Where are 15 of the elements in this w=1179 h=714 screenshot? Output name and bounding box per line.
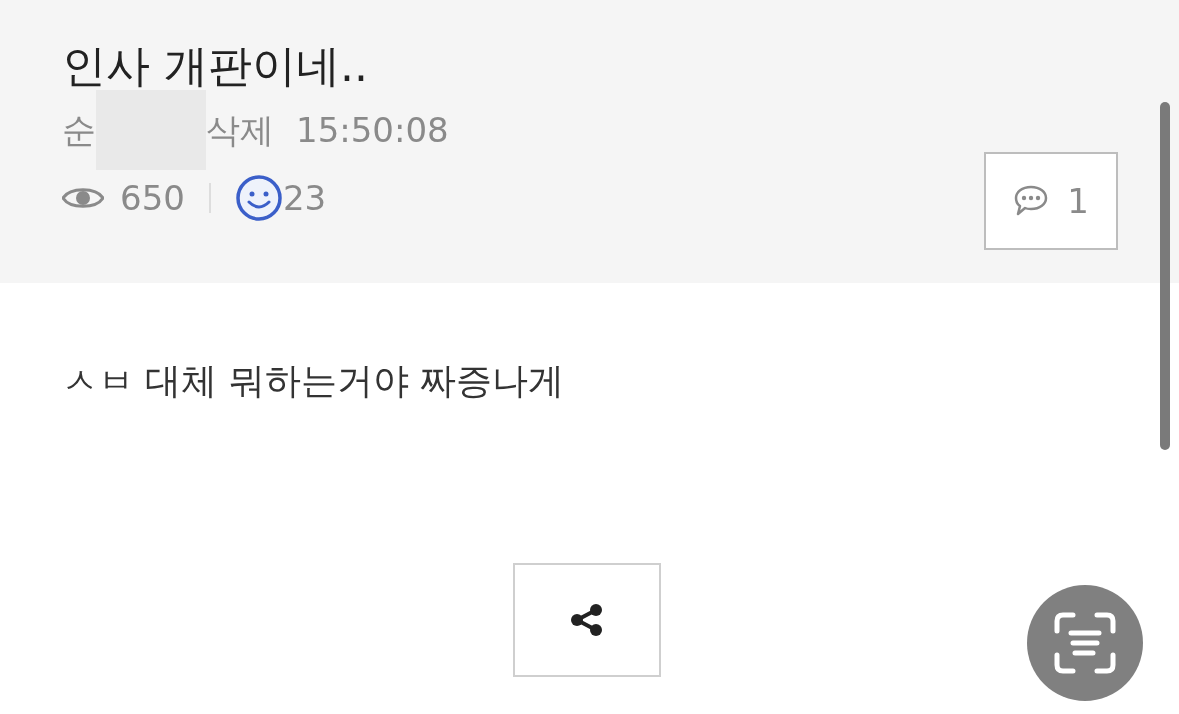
share-icon — [568, 602, 605, 638]
scrollbar[interactable] — [1160, 102, 1170, 450]
like-count: 23 — [282, 177, 327, 220]
post-title: 인사 개판이네.. — [62, 39, 369, 93]
comment-button[interactable]: 1 — [984, 152, 1118, 250]
eye-icon — [62, 185, 104, 211]
scan-icon — [1053, 611, 1117, 675]
view-count: 650 — [120, 177, 185, 220]
post-time: 15:50:08 — [296, 109, 449, 152]
author-name: 순 — [62, 109, 96, 152]
smiley-icon — [234, 174, 283, 222]
post-body: ㅅㅂ 대체 뭐하는거야 짜증나게 — [61, 359, 566, 403]
share-button[interactable] — [512, 563, 661, 677]
speech-bubble-icon — [1013, 184, 1050, 218]
author-suffix: 삭제 — [206, 109, 274, 152]
